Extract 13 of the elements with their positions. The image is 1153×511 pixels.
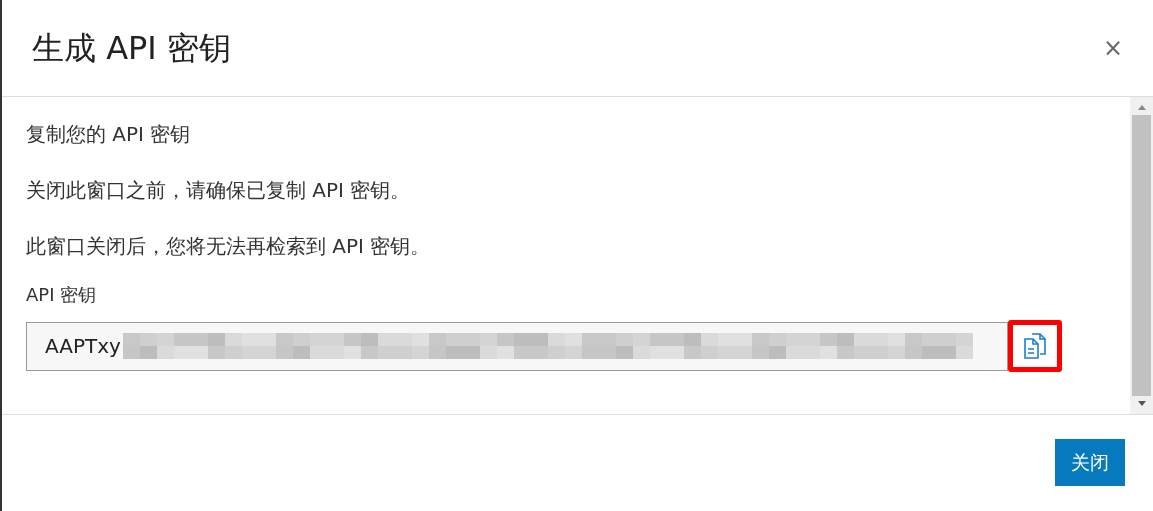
field-label: API 密钥	[26, 283, 98, 307]
close-button[interactable]: ×	[1098, 36, 1127, 60]
api-key-field[interactable]: AAPTxy	[26, 321, 1008, 371]
scroll-down-icon[interactable]	[1136, 400, 1147, 408]
instruction-text: 关闭此窗口之前，请确保已复制 API 密钥。	[26, 177, 412, 204]
heading-text: 复制您的 API 密钥	[26, 121, 192, 148]
dialog-title: 生成 API 密钥	[32, 28, 231, 68]
copy-icon	[1022, 332, 1048, 360]
instruction-text: 此窗口关闭后，您将无法再检索到 API 密钥。	[26, 233, 432, 260]
field-value: AAPTxy	[45, 333, 121, 360]
scroll-up-icon[interactable]	[1136, 103, 1147, 111]
scrollbar[interactable]	[1130, 97, 1153, 414]
close-dialog-button[interactable]: 关闭	[1055, 439, 1125, 486]
